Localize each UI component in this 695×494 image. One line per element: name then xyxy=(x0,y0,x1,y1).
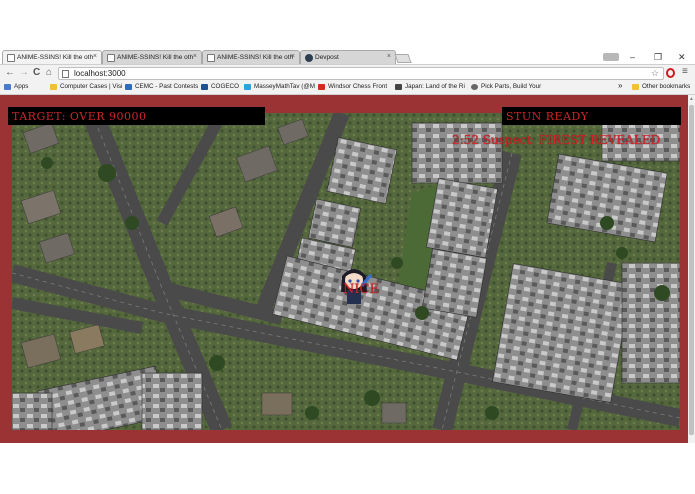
page-favicon-icon xyxy=(7,54,15,62)
folder-icon xyxy=(632,84,639,90)
forward-arrow-icon[interactable]: → xyxy=(19,67,29,78)
opera-extension-icon[interactable] xyxy=(666,68,675,78)
back-arrow-icon[interactable]: ← xyxy=(5,67,15,78)
apps-grid-icon xyxy=(4,84,11,90)
browser-tab-1[interactable]: ANIME-SSINS! Kill the oth × xyxy=(2,50,102,65)
stun-status-label: STUN READY xyxy=(502,107,681,125)
browser-tab-4[interactable]: Devpost × xyxy=(300,50,396,65)
url-text[interactable]: localhost:3000 xyxy=(74,69,126,78)
bookmark-label: Apps xyxy=(14,83,29,90)
scroll-up-arrow-icon[interactable]: ▲ xyxy=(689,96,694,102)
other-bookmarks[interactable]: Other bookmarks xyxy=(632,83,690,90)
cogeco-icon xyxy=(201,84,208,90)
page-scrollbar[interactable]: ▲ xyxy=(688,95,695,443)
bookmark-star-icon[interactable]: ☆ xyxy=(651,68,659,79)
tab-title: Devpost xyxy=(315,54,339,61)
canada-flag-icon xyxy=(318,84,325,90)
bookmark-label: Japan: Land of the Ri xyxy=(405,83,465,90)
tab-close-icon[interactable]: × xyxy=(387,53,391,60)
address-bar[interactable]: localhost:3000 ☆ xyxy=(58,67,664,80)
player-name-label: NICE xyxy=(343,282,379,297)
bookmark-item[interactable]: Japan: Land of the Ri xyxy=(395,83,465,90)
target-hud-label: TARGET: OVER 90000 xyxy=(8,107,265,125)
bookmark-label: MasseyMathTav (@M xyxy=(254,83,315,90)
close-window-icon[interactable]: ✕ xyxy=(678,52,686,63)
page-icon xyxy=(395,84,402,90)
bookmark-label: Other bookmarks xyxy=(642,83,691,90)
bookmark-item[interactable]: Computer Cases | Visi xyxy=(50,83,122,90)
page-background xyxy=(0,443,695,494)
bookmark-item[interactable]: COGECO xyxy=(201,83,239,90)
page-info-icon[interactable] xyxy=(62,70,69,78)
bookmarks-bar: Apps Computer Cases | Visi CEMC - Past C… xyxy=(0,81,695,95)
browser-tab-2[interactable]: ANIME-SSINS! Kill the oth × xyxy=(102,50,202,65)
bookmark-label: Windsor Chess Front xyxy=(328,83,388,90)
home-icon[interactable]: ⌂ xyxy=(46,67,52,78)
pcpartpicker-icon xyxy=(471,84,478,90)
suspect-revealed-message: 2:52 Suspect: FIREST REVEALED xyxy=(452,133,661,147)
devpost-favicon-icon xyxy=(305,54,313,62)
bookmark-apps[interactable]: Apps xyxy=(4,83,28,90)
page-favicon-icon xyxy=(207,54,215,62)
tab-close-icon[interactable]: × xyxy=(193,53,197,60)
bookmark-label: Pick Parts, Build Your xyxy=(481,83,542,90)
tab-close-icon[interactable]: × xyxy=(291,53,295,60)
browser-tab-3[interactable]: ANIME-SSINS! Kill the oth × xyxy=(202,50,300,65)
restore-window-icon[interactable]: ❐ xyxy=(654,52,662,63)
browser-toolbar: ← → C ⌂ localhost:3000 ☆ ≡ xyxy=(0,64,695,81)
bookmark-label: CEMC - Past Contests xyxy=(135,83,199,90)
minimize-window-icon[interactable]: – xyxy=(630,52,635,62)
browser-tab-strip: ANIME-SSINS! Kill the oth × ANIME-SSINS!… xyxy=(0,0,695,65)
bookmark-item[interactable]: Windsor Chess Front xyxy=(318,83,387,90)
tab-title: ANIME-SSINS! Kill the oth xyxy=(117,54,194,61)
bookmark-label: Computer Cases | Visi xyxy=(60,83,123,90)
bookmark-label: COGECO xyxy=(211,83,239,90)
scrollbar-thumb[interactable] xyxy=(689,105,694,435)
bookmark-item[interactable]: Pick Parts, Build Your xyxy=(471,83,541,90)
reload-icon[interactable]: C xyxy=(33,67,40,78)
tab-close-icon[interactable]: × xyxy=(93,53,97,60)
folder-icon xyxy=(50,84,57,90)
twitter-icon xyxy=(244,84,251,90)
browser-menu-icon[interactable]: ≡ xyxy=(682,66,688,77)
bookmark-item[interactable]: MasseyMathTav (@M xyxy=(244,83,315,90)
tab-title: ANIME-SSINS! Kill the oth xyxy=(17,54,94,61)
bookmarks-overflow-chevron-icon[interactable]: » xyxy=(618,81,622,90)
bookmark-item[interactable]: CEMC - Past Contests xyxy=(125,83,198,90)
page-favicon-icon xyxy=(107,54,115,62)
new-tab-button[interactable] xyxy=(394,54,412,63)
user-profile-button[interactable] xyxy=(603,53,619,61)
cemc-icon xyxy=(125,84,132,90)
tab-title: ANIME-SSINS! Kill the oth xyxy=(217,54,294,61)
